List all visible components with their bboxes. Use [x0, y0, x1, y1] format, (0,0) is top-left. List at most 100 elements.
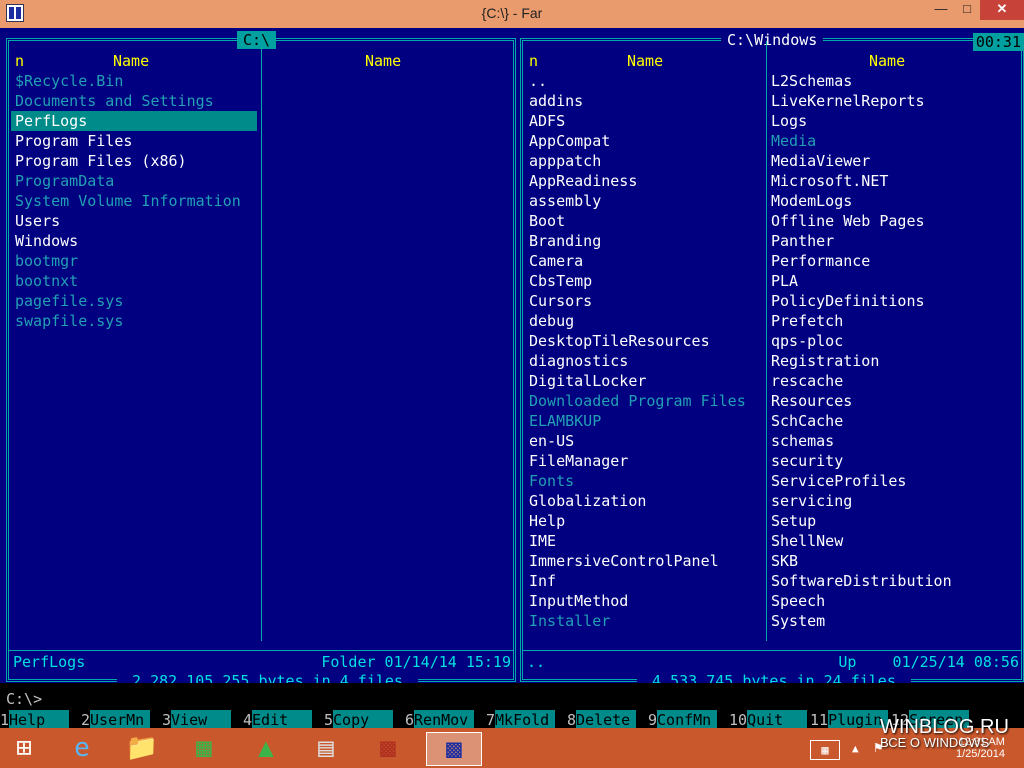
- file-item[interactable]: L2Schemas: [767, 71, 1021, 91]
- file-item[interactable]: IME: [525, 531, 763, 551]
- file-item[interactable]: ADFS: [525, 111, 763, 131]
- tray-expand-icon[interactable]: ▲: [852, 742, 859, 755]
- file-item[interactable]: AppReadiness: [525, 171, 763, 191]
- function-key-mkfold[interactable]: 7MkFold: [486, 710, 567, 730]
- function-key-help[interactable]: 1Help: [0, 710, 81, 730]
- file-item[interactable]: swapfile.sys: [11, 311, 257, 331]
- file-item[interactable]: ProgramData: [11, 171, 257, 191]
- file-item[interactable]: LiveKernelReports: [767, 91, 1021, 111]
- task-manager-icon[interactable]: ▲: [246, 732, 286, 764]
- file-item[interactable]: MediaViewer: [767, 151, 1021, 171]
- file-item[interactable]: Installer: [525, 611, 763, 631]
- file-item[interactable]: schemas: [767, 431, 1021, 451]
- function-key-delete[interactable]: 8Delete: [567, 710, 648, 730]
- file-item[interactable]: Resources: [767, 391, 1021, 411]
- file-item[interactable]: Offline Web Pages: [767, 211, 1021, 231]
- left-panel[interactable]: C:\ n Name Name $Recycle.Bin Documents an…: [6, 31, 516, 690]
- file-item[interactable]: Branding: [525, 231, 763, 251]
- file-item[interactable]: Globalization: [525, 491, 763, 511]
- function-key-copy[interactable]: 5Copy: [324, 710, 405, 730]
- file-item[interactable]: FileManager: [525, 451, 763, 471]
- file-item[interactable]: SchCache: [767, 411, 1021, 431]
- close-button[interactable]: ✕: [980, 0, 1024, 20]
- file-item[interactable]: diagnostics: [525, 351, 763, 371]
- command-line-input[interactable]: C:\>: [6, 690, 1024, 710]
- winrar-icon[interactable]: ▩: [368, 732, 408, 764]
- file-item[interactable]: Speech: [767, 591, 1021, 611]
- notepad-icon[interactable]: ▤: [306, 732, 346, 764]
- file-item[interactable]: Registration: [767, 351, 1021, 371]
- file-item[interactable]: ELAMBKUP: [525, 411, 763, 431]
- file-item[interactable]: Boot: [525, 211, 763, 231]
- file-item[interactable]: addins: [525, 91, 763, 111]
- column-name-header[interactable]: Name: [627, 51, 663, 71]
- file-item[interactable]: ..: [525, 71, 763, 91]
- file-item[interactable]: SKB: [767, 551, 1021, 571]
- file-item[interactable]: $Recycle.Bin: [11, 71, 257, 91]
- right-panel[interactable]: C:\Windows 00:31 n Name Name .. addins ADF…: [520, 31, 1024, 690]
- file-item[interactable]: security: [767, 451, 1021, 471]
- file-explorer-icon[interactable]: 📁: [122, 732, 162, 764]
- function-key-view[interactable]: 3View: [162, 710, 243, 730]
- file-item[interactable]: System: [767, 611, 1021, 631]
- file-item[interactable]: Program Files: [11, 131, 257, 151]
- function-key-usermn[interactable]: 2UserMn: [81, 710, 162, 730]
- file-item[interactable]: ImmersiveControlPanel: [525, 551, 763, 571]
- keyboard-icon[interactable]: ▦: [810, 740, 840, 760]
- function-key-edit[interactable]: 4Edit: [243, 710, 324, 730]
- file-item[interactable]: Performance: [767, 251, 1021, 271]
- file-item[interactable]: Program Files (x86): [11, 151, 257, 171]
- file-item[interactable]: Documents and Settings: [11, 91, 257, 111]
- file-item[interactable]: InputMethod: [525, 591, 763, 611]
- function-key-renmov[interactable]: 6RenMov: [405, 710, 486, 730]
- right-panel-path[interactable]: C:\Windows: [721, 31, 824, 49]
- file-item[interactable]: Downloaded Program Files: [525, 391, 763, 411]
- file-item[interactable]: Cursors: [525, 291, 763, 311]
- file-item[interactable]: bootmgr: [11, 251, 257, 271]
- file-item[interactable]: Microsoft.NET: [767, 171, 1021, 191]
- function-key-confmn[interactable]: 9ConfMn: [648, 710, 729, 730]
- file-item[interactable]: SoftwareDistribution: [767, 571, 1021, 591]
- file-item[interactable]: Users: [11, 211, 257, 231]
- column-name-header-2[interactable]: Name: [365, 51, 401, 71]
- column-name-header-2[interactable]: Name: [869, 51, 905, 71]
- file-item[interactable]: Windows: [11, 231, 257, 251]
- minimize-button[interactable]: —: [928, 0, 954, 20]
- far-taskbar-icon[interactable]: ▩: [426, 732, 482, 766]
- file-item[interactable]: pagefile.sys: [11, 291, 257, 311]
- file-item[interactable]: Panther: [767, 231, 1021, 251]
- file-item[interactable]: CbsTemp: [525, 271, 763, 291]
- file-item[interactable]: PerfLogs: [11, 111, 257, 131]
- store-icon[interactable]: ▦: [184, 732, 224, 764]
- file-item[interactable]: ShellNew: [767, 531, 1021, 551]
- internet-explorer-icon[interactable]: e: [62, 732, 102, 764]
- file-item[interactable]: Inf: [525, 571, 763, 591]
- file-item[interactable]: servicing: [767, 491, 1021, 511]
- file-item[interactable]: PolicyDefinitions: [767, 291, 1021, 311]
- left-panel-path[interactable]: C:\: [237, 31, 277, 49]
- file-item[interactable]: Fonts: [525, 471, 763, 491]
- file-item[interactable]: DesktopTileResources: [525, 331, 763, 351]
- file-item[interactable]: rescache: [767, 371, 1021, 391]
- file-item[interactable]: en-US: [525, 431, 763, 451]
- file-item[interactable]: Prefetch: [767, 311, 1021, 331]
- file-item[interactable]: debug: [525, 311, 763, 331]
- function-key-plugin[interactable]: 11Plugin: [810, 710, 891, 730]
- file-item[interactable]: Setup: [767, 511, 1021, 531]
- maximize-button[interactable]: □: [954, 0, 980, 20]
- file-item[interactable]: System Volume Information: [11, 191, 257, 211]
- file-item[interactable]: ModemLogs: [767, 191, 1021, 211]
- file-item[interactable]: Media: [767, 131, 1021, 151]
- windows-start-icon[interactable]: ⊞: [4, 732, 44, 764]
- function-key-quit[interactable]: 10Quit: [729, 710, 810, 730]
- file-item[interactable]: qps-ploc: [767, 331, 1021, 351]
- column-name-header[interactable]: Name: [113, 51, 149, 71]
- file-item[interactable]: Camera: [525, 251, 763, 271]
- file-item[interactable]: bootnxt: [11, 271, 257, 291]
- file-item[interactable]: assembly: [525, 191, 763, 211]
- file-item[interactable]: ServiceProfiles: [767, 471, 1021, 491]
- file-item[interactable]: DigitalLocker: [525, 371, 763, 391]
- file-item[interactable]: Help: [525, 511, 763, 531]
- file-item[interactable]: Logs: [767, 111, 1021, 131]
- file-item[interactable]: AppCompat: [525, 131, 763, 151]
